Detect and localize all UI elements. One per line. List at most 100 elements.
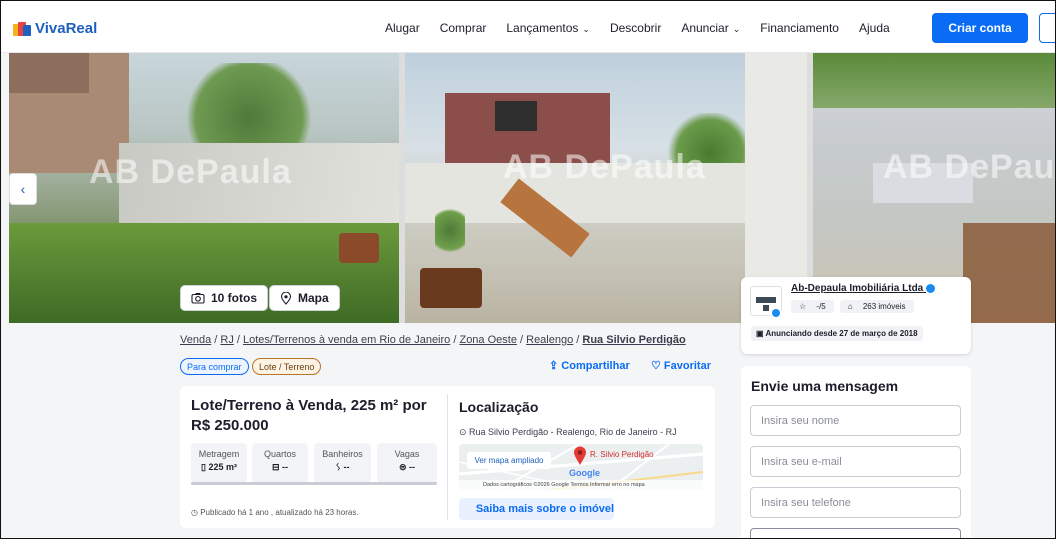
favorite-label: Favoritar: [663, 360, 711, 372]
advertiser-logo[interactable]: [750, 286, 782, 319]
feature-label: Vagas: [394, 449, 420, 459]
more-info-label: Saiba mais sobre o imóvel: [475, 503, 614, 515]
feature-label: Banheiros: [322, 449, 363, 459]
feature-value: 225 m²: [208, 462, 237, 472]
chevron-left-icon: ‹: [20, 181, 26, 197]
share-label: Compartilhar: [561, 360, 630, 372]
main-nav: Alugar Comprar Lançamentos ⌄ Descobrir An…: [385, 21, 890, 35]
rating-badge: ☆ -/5: [791, 300, 834, 313]
logo-mark-icon: [13, 21, 31, 36]
breadcrumb-item[interactable]: Zona Oeste: [459, 334, 516, 346]
advertiser-meta: ☆ -/5 ⌂ 263 imóveis: [791, 300, 914, 313]
listings-count: 263 imóveis: [858, 300, 910, 313]
feature-value: --: [409, 462, 416, 472]
photos-button-label: 10 fotos: [211, 291, 258, 305]
verified-icon: [926, 283, 936, 293]
nav-ajuda[interactable]: Ajuda: [859, 21, 890, 35]
breadcrumb: Venda / RJ / Lotes/Terrenos à venda em R…: [180, 334, 686, 346]
watermark-text: AB DePaula: [503, 148, 706, 186]
advertiser-name[interactable]: Ab-Depaula Imobiliária Ltda: [791, 283, 936, 294]
logo-bar: [756, 297, 776, 303]
map-pin-label: R. Silvio Perdigão: [590, 450, 654, 459]
map-button[interactable]: Mapa: [269, 285, 340, 311]
bed-icon: ⊟: [271, 462, 283, 472]
watermark-text: AB DePaula: [89, 153, 292, 191]
rating-value: -/5: [812, 300, 830, 313]
feature-bathrooms: Banheiros ᛊ --: [314, 443, 371, 483]
nav-financiamento[interactable]: Financiamento: [760, 21, 839, 35]
heart-icon: ♡: [651, 360, 664, 372]
feature-label: Quartos: [263, 449, 296, 459]
camera-icon: [191, 293, 205, 304]
map-button-label: Mapa: [298, 291, 329, 305]
home-icon: ⌂: [843, 300, 859, 313]
login-button[interactable]: [1039, 13, 1055, 43]
nav-alugar[interactable]: Alugar: [385, 21, 420, 35]
gallery-photo-1[interactable]: AB DePaula: [9, 53, 399, 323]
star-icon: ☆: [795, 300, 813, 313]
top-header: VivaReal Alugar Comprar Lançamentos ⌄ Des…: [1, 1, 1055, 53]
breadcrumb-item[interactable]: Realengo: [526, 334, 573, 346]
brand-name: VivaReal: [35, 20, 98, 37]
feature-bedrooms: Quartos ⊟ --: [252, 443, 308, 483]
feature-value: --: [343, 462, 350, 472]
mini-map[interactable]: Ver mapa ampliado R. Silvio Perdigão Goo…: [459, 444, 703, 490]
message-textarea[interactable]: Olá, gostaria de ter mais: [750, 528, 961, 538]
breadcrumb-item[interactable]: Lotes/Terrenos à venda em Rio de Janeiro: [243, 334, 450, 346]
share-button[interactable]: ⇪ Compartilhar: [549, 359, 630, 372]
location-heading: Localização: [459, 399, 539, 415]
photos-button[interactable]: 10 fotos: [180, 285, 269, 311]
feature-area: Metragem ▯ 225 m²: [191, 443, 247, 483]
features-scrollbar[interactable]: [191, 482, 437, 485]
nav-descobrir[interactable]: Descobrir: [610, 21, 661, 35]
google-logo: Google: [569, 468, 600, 478]
feature-parking: Vagas ⊜ --: [377, 443, 437, 483]
nav-lancamentos-label: Lançamentos: [506, 21, 579, 35]
share-icon: ⇪: [549, 360, 562, 372]
email-input[interactable]: Insira seu e-mail: [750, 446, 961, 477]
more-info-button[interactable]: Saiba mais sobre o imóvel: [459, 498, 614, 520]
contact-heading: Envie uma mensagem: [751, 378, 899, 394]
listings-badge: ⌂ 263 imóveis: [839, 300, 914, 313]
watermark-text: AB DePaula: [883, 148, 1056, 186]
nav-lancamentos[interactable]: Lançamentos ⌄: [506, 21, 590, 35]
map-pin-icon: [574, 446, 586, 465]
view-larger-map-button[interactable]: Ver mapa ampliado: [467, 452, 551, 469]
feature-value: --: [282, 462, 289, 472]
watermark-2: AB DePaula: [503, 148, 706, 187]
breadcrumb-item[interactable]: RJ: [220, 334, 233, 346]
brand-logo[interactable]: VivaReal: [13, 20, 97, 37]
phone-input[interactable]: Insira seu telefone: [750, 487, 961, 518]
logo-block: [763, 305, 769, 311]
published-info: ◷ Publicado há 1 ano , atualizado há 23 …: [191, 508, 359, 517]
map-footer: Dados cartográficos ©2026 Google Termos …: [459, 480, 703, 490]
published-text: Publicado há 1 ano , atualizado há 23 ho…: [200, 508, 359, 517]
tag-para-comprar: Para comprar: [180, 358, 249, 375]
listing-title: Lote/Terreno à Venda, 225 m² por R$ 250.…: [191, 397, 427, 434]
breadcrumb-item[interactable]: Venda: [180, 334, 211, 346]
nav-anunciar[interactable]: Anunciar ⌄: [681, 21, 740, 35]
location-pin-icon: ⊙: [459, 427, 470, 437]
advertiser-name-text: Ab-Depaula Imobiliária Ltda: [791, 283, 924, 294]
favorite-button[interactable]: ♡ Favoritar: [651, 359, 711, 372]
nav-comprar[interactable]: Comprar: [440, 21, 487, 35]
since-text: Anunciando desde 27 de março de 2018: [765, 329, 918, 338]
create-account-button[interactable]: Criar conta: [932, 13, 1028, 43]
name-input[interactable]: Insira seu nome: [750, 405, 961, 436]
advertiser-since: ▣ Anunciando desde 27 de março de 2018: [751, 326, 923, 341]
location-pin-icon: [280, 291, 292, 305]
car-icon: ⊜: [398, 462, 410, 472]
watermark-3: AB DePaula: [883, 148, 1056, 187]
clock-icon: ◷: [191, 508, 201, 517]
watermark-1: AB DePaula: [89, 153, 292, 192]
card-divider: [447, 394, 448, 520]
address-text: Rua Silvio Perdigão - Realengo, Rio de J…: [469, 427, 677, 437]
tag-lote-terreno: Lote / Terreno: [252, 358, 322, 375]
feature-label: Metragem: [198, 449, 240, 459]
nav-anunciar-label: Anunciar: [681, 21, 729, 35]
chevron-down-icon: ⌄: [732, 24, 741, 34]
breadcrumb-current[interactable]: Rua Silvio Perdigão: [582, 334, 685, 346]
chevron-down-icon: ⌄: [582, 24, 590, 34]
gallery-prev-button[interactable]: ‹: [9, 173, 37, 205]
page: VivaReal Alugar Comprar Lançamentos ⌄ Des…: [0, 0, 1056, 539]
